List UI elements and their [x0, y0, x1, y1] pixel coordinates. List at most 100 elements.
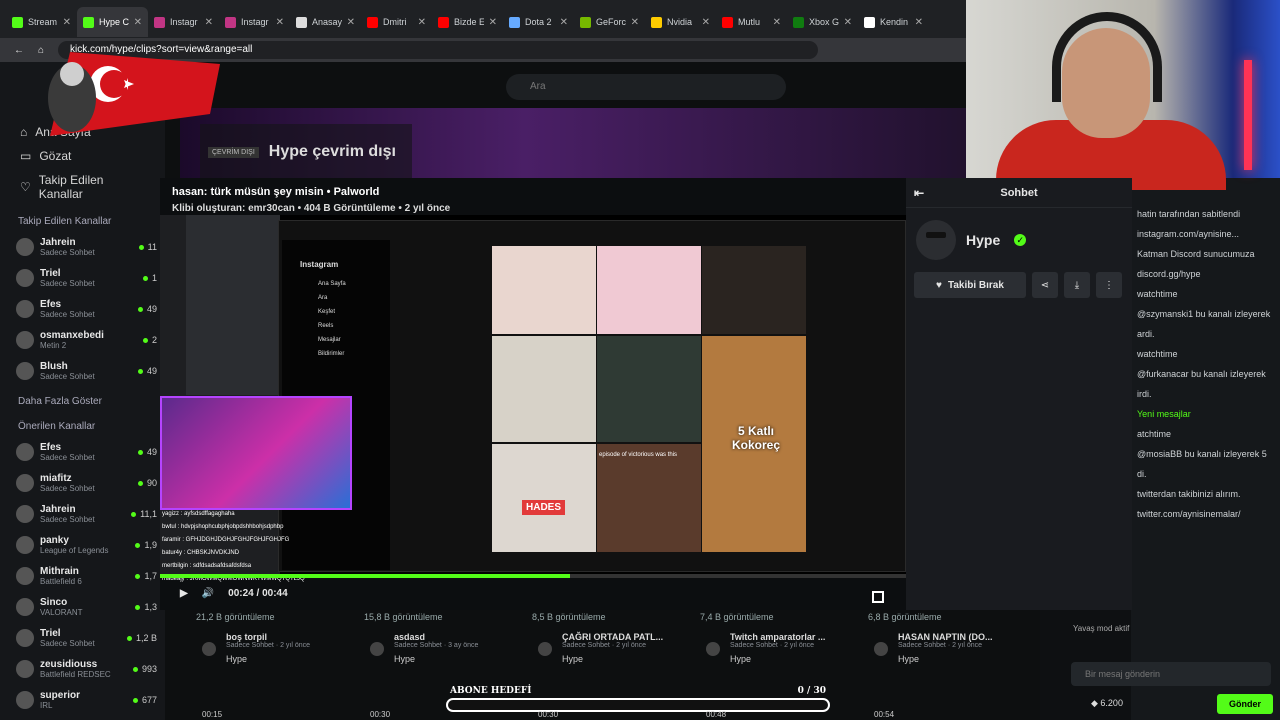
close-tab-icon[interactable]: ✕ [63, 17, 71, 28]
live-dot [142, 275, 148, 281]
nav-browse[interactable]: ▭ Gözat [0, 144, 165, 168]
browser-tab[interactable]: Nvidia ✕ [645, 7, 716, 37]
close-tab-icon[interactable]: ✕ [631, 17, 639, 28]
live-dot [137, 449, 143, 455]
channel-item[interactable]: Mithrain Battlefield 6 1,7 [0, 560, 165, 591]
instagram-nav-item: Reels [318, 323, 334, 329]
close-tab-icon[interactable]: ✕ [844, 17, 852, 28]
channel-item[interactable]: osmanxebedi Metin 2 2 [0, 324, 165, 355]
channel-item-viewers: 49 [137, 366, 157, 376]
chat-panel: ⇤ Sohbet Hype ✓ ♥ Takibi Bırak ⋖ ⤓ ⋮ [906, 178, 1132, 610]
clip-card[interactable]: 6,8 B görüntüleme HASAN NAPTIN (DO... Sade… [868, 612, 1028, 688]
volume-icon[interactable]: 🔊 [202, 588, 214, 599]
show-more-link[interactable]: Daha Fazla Göster [0, 386, 165, 411]
followed-section-title: Takip Edilen Kanallar [18, 216, 112, 227]
victorious-caption: episode of victorious was this [599, 452, 678, 458]
channel-item[interactable]: superior IRL 677 [0, 684, 165, 715]
browser-tab[interactable]: Dota 2 ✕ [503, 7, 574, 37]
close-tab-icon[interactable]: ✕ [134, 17, 142, 28]
download-button[interactable]: ⤓ [1064, 272, 1090, 298]
clip-card[interactable]: 7,4 B görüntüleme Twitch amparatorlar ...… [700, 612, 860, 688]
subscriber-goal: ABONE HEDEFİ 0 / 30 [446, 684, 830, 714]
browser-tab[interactable]: Mutlu ✕ [716, 7, 787, 37]
chat-message: @mosiaBB bu kanalı izleyerek 5 [1137, 449, 1267, 459]
clip-card[interactable]: 15,8 B görüntüleme asdasd Sadece Sohbet · … [364, 612, 524, 688]
close-tab-icon[interactable]: ✕ [773, 17, 781, 28]
browser-tab[interactable]: Dmitri ✕ [361, 7, 432, 37]
channel-item-name: Sinco [40, 596, 68, 608]
browser-tab[interactable]: GeForc ✕ [574, 7, 645, 37]
video-progress-bar[interactable] [160, 574, 906, 578]
channel-avatar[interactable] [916, 220, 956, 260]
explore-tile: episode of victorious was this [597, 444, 701, 552]
turkish-flag-overlay [48, 52, 220, 136]
clip-card[interactable]: 8,5 B görüntüleme ÇAĞRI ORTADA PATL... Sad… [532, 612, 692, 688]
more-button[interactable]: ⋮ [1096, 272, 1122, 298]
channel-item[interactable]: Triel Sadece Sohbet 1,2 B [0, 622, 165, 653]
unfollow-button[interactable]: ♥ Takibi Bırak [914, 272, 1026, 298]
channel-points[interactable]: ◆ 6.200 [1091, 698, 1123, 709]
channel-item[interactable]: Sinco VALORANT 1,3 [0, 591, 165, 622]
instagram-nav-item: Ana Sayfa [318, 281, 346, 287]
browser-tab[interactable]: Hype C ✕ [77, 7, 148, 37]
channel-item[interactable]: panky League of Legends 1,9 [0, 529, 165, 560]
channel-name[interactable]: Hype [966, 232, 1000, 248]
collapse-chat-icon[interactable]: ⇤ [914, 186, 924, 200]
video-time: 00:24 / 00:44 [228, 587, 288, 599]
close-tab-icon[interactable]: ✕ [489, 17, 497, 28]
browser-tab[interactable]: Instagr ✕ [148, 7, 219, 37]
close-tab-icon[interactable]: ✕ [560, 17, 568, 28]
nav-following[interactable]: ♡ Takip Edilen Kanallar [0, 168, 165, 206]
share-button[interactable]: ⋖ [1032, 272, 1058, 298]
browser-tab[interactable]: Xbox G ✕ [787, 7, 858, 37]
channel-item[interactable]: Blush Sadece Sohbet 49 [0, 355, 165, 386]
channel-item[interactable]: Efes Sadece Sohbet 49 [0, 436, 165, 467]
recommended-section-title: Önerilen Kanallar [18, 421, 96, 432]
avatar [16, 659, 34, 678]
tab-label: Nvidia [667, 17, 693, 27]
close-tab-icon[interactable]: ✕ [418, 17, 426, 28]
browser-tab[interactable]: Stream ✕ [6, 7, 77, 37]
browser-tab[interactable]: Bizde E ✕ [432, 7, 503, 37]
tab-favicon-icon [793, 16, 804, 28]
browser-tab[interactable]: Kendin ✕ [858, 7, 929, 37]
offline-title: Hype çevrim dışı [268, 143, 396, 160]
explore-tile-hades: HADES [492, 444, 596, 552]
background-chat-messages: hatin tarafından sabitlendi instagram.com… [1131, 178, 1280, 520]
fullscreen-icon[interactable] [872, 591, 884, 603]
channel-item[interactable]: Jahrein Sadece Sohbet 11 [0, 231, 165, 262]
clip-card[interactable]: 21,2 B görüntüleme boş torpil Sadece Sohbe… [196, 612, 356, 688]
points-value: 6.200 [1100, 698, 1123, 708]
channel-item[interactable]: Jahrein Sadece Sohbet 11,1 [0, 498, 165, 529]
clip-card-channel: Hype [898, 654, 920, 664]
tab-label: Anasay [312, 17, 342, 27]
browser-tab[interactable]: Instagr ✕ [219, 7, 290, 37]
channel-item[interactable]: zeusidiouss Battlefield REDSEC 993 [0, 653, 165, 684]
close-tab-icon[interactable]: ✕ [915, 17, 923, 28]
tab-favicon-icon [651, 16, 662, 28]
tab-favicon-icon [864, 16, 875, 28]
channel-item[interactable]: Triel Sadece Sohbet 1 [0, 262, 165, 293]
browse-icon: ▭ [20, 149, 32, 163]
live-dot [137, 306, 143, 312]
close-tab-icon[interactable]: ✕ [205, 17, 213, 28]
streamer-facecam [160, 396, 352, 510]
close-tab-icon[interactable]: ✕ [702, 17, 710, 28]
video-progress-fill [160, 574, 571, 578]
channel-item[interactable]: Efes Sadece Sohbet 49 [0, 293, 165, 324]
close-tab-icon[interactable]: ✕ [347, 17, 355, 28]
browser-tab[interactable]: Anasay ✕ [290, 7, 361, 37]
close-tab-icon[interactable]: ✕ [276, 17, 284, 28]
download-icon: ⤓ [1074, 279, 1080, 291]
chat-title: Sohbet [1000, 186, 1038, 199]
channel-item[interactable]: miafitz Sadece Sohbet 90 [0, 467, 165, 498]
send-button[interactable]: Gönder [1217, 694, 1273, 714]
chat-input[interactable]: Bir mesaj gönderin [1071, 662, 1271, 686]
goal-count: 0 / 30 [797, 686, 826, 696]
search-input[interactable]: Ara [506, 74, 786, 100]
avatar [16, 504, 34, 523]
avatar [16, 597, 34, 616]
play-icon[interactable]: ▶ [180, 588, 188, 599]
clip-views: 15,8 B görüntüleme [364, 612, 443, 622]
channel-item-viewers: 1,3 [135, 602, 157, 612]
